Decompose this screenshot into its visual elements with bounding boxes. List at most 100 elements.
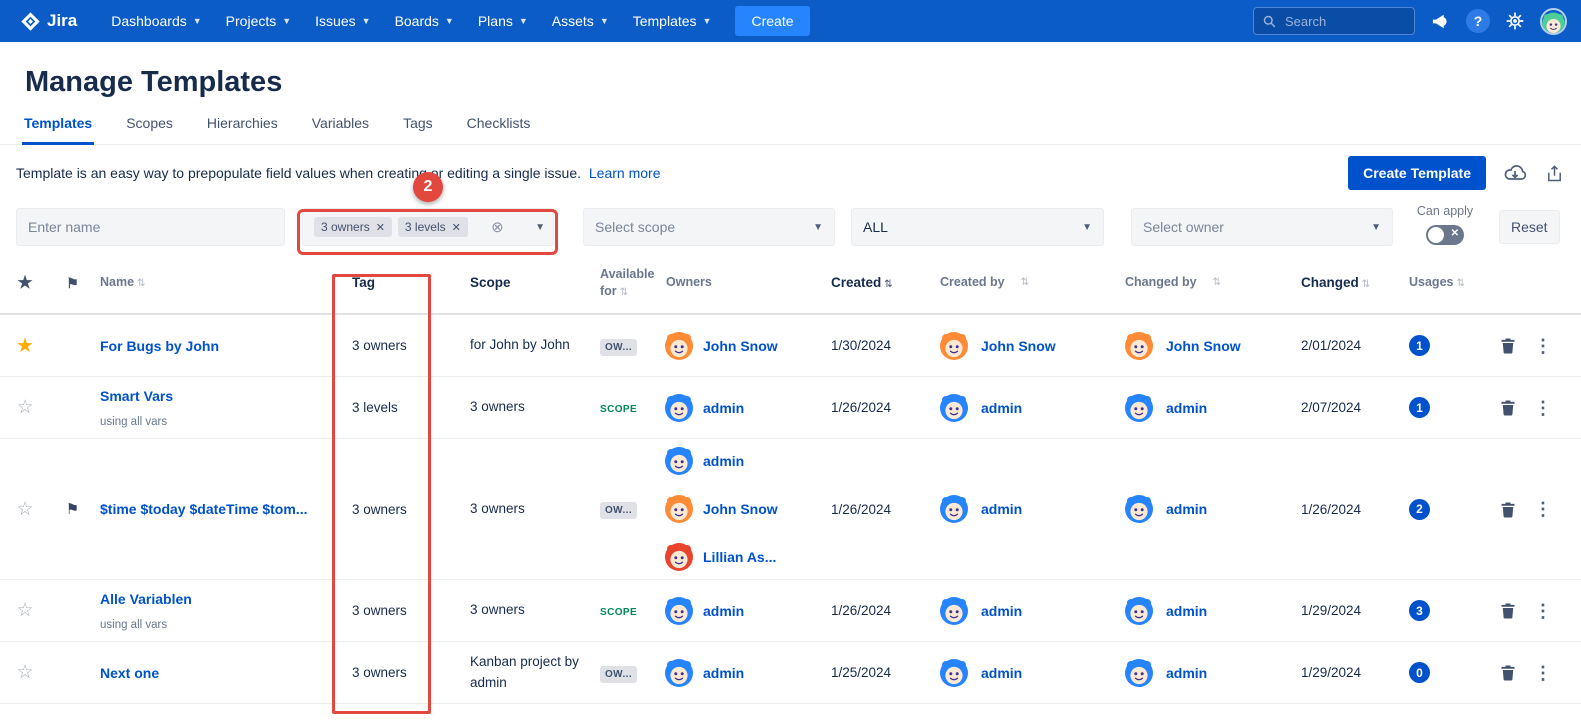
- nav-item-templates[interactable]: Templates▼: [621, 0, 724, 42]
- owner-link[interactable]: John Snow: [703, 501, 778, 517]
- name-filter-input[interactable]: [16, 208, 285, 246]
- column-header-owners[interactable]: Owners: [660, 274, 825, 292]
- changed-by-link[interactable]: John Snow: [1166, 338, 1241, 354]
- clear-filter-icon[interactable]: ⊗: [491, 218, 504, 236]
- chevron-down-icon: ▼: [1082, 222, 1092, 233]
- tab-checklists[interactable]: Checklists: [465, 115, 533, 144]
- star-outline-icon[interactable]: ☆: [0, 396, 50, 419]
- global-search[interactable]: [1253, 7, 1415, 35]
- owner-link[interactable]: admin: [703, 453, 744, 469]
- announcement-icon[interactable]: [1430, 11, 1451, 32]
- nav-item-projects[interactable]: Projects▼: [214, 0, 304, 42]
- user-avatar[interactable]: [1540, 8, 1567, 35]
- flag-filled-icon[interactable]: ⚑: [50, 500, 95, 518]
- learn-more-link[interactable]: Learn more: [589, 165, 661, 181]
- created-by-link[interactable]: admin: [981, 665, 1022, 681]
- owner-link[interactable]: Lillian As...: [703, 549, 776, 565]
- changed-by-cell: John Snow: [1115, 332, 1295, 360]
- scope-filter-select[interactable]: Select scope ▼: [583, 208, 835, 246]
- tab-hierarchies[interactable]: Hierarchies: [205, 115, 280, 144]
- more-actions-icon[interactable]: ⋮: [1534, 664, 1552, 682]
- export-icon[interactable]: [1544, 163, 1565, 184]
- owners-cell: admin: [660, 394, 825, 422]
- delete-icon[interactable]: [1500, 501, 1516, 518]
- create-button[interactable]: Create: [735, 6, 809, 36]
- help-icon[interactable]: ?: [1466, 9, 1490, 33]
- more-actions-icon[interactable]: ⋮: [1534, 337, 1552, 355]
- owner-link[interactable]: admin: [703, 603, 744, 619]
- column-header-tag[interactable]: Tag: [333, 274, 460, 293]
- star-outline-icon[interactable]: ☆: [0, 661, 50, 684]
- changed-by-link[interactable]: admin: [1166, 603, 1207, 619]
- status-filter-select[interactable]: ALL ▼: [851, 208, 1104, 246]
- create-template-button[interactable]: Create Template: [1348, 156, 1486, 190]
- column-header-usages[interactable]: Usages⇅: [1405, 274, 1490, 292]
- can-apply-toggle[interactable]: ✕: [1426, 225, 1464, 245]
- star-outline-icon[interactable]: ☆: [0, 599, 50, 622]
- column-header-name[interactable]: Name⇅: [95, 274, 333, 292]
- delete-icon[interactable]: [1500, 337, 1516, 354]
- more-actions-icon[interactable]: ⋮: [1534, 602, 1552, 620]
- avatar-icon: [1125, 597, 1153, 625]
- created-by-link[interactable]: admin: [981, 400, 1022, 416]
- tab-templates[interactable]: Templates: [22, 115, 94, 145]
- created-by-link[interactable]: John Snow: [981, 338, 1056, 354]
- created-date: 1/26/2024: [825, 603, 930, 618]
- more-actions-icon[interactable]: ⋮: [1534, 500, 1552, 518]
- more-actions-icon[interactable]: ⋮: [1534, 399, 1552, 417]
- flag-column-header[interactable]: ⚑: [50, 275, 95, 292]
- created-by-link[interactable]: admin: [981, 501, 1022, 517]
- table-row: ☆Next one3 ownersKanban project by admin…: [0, 642, 1581, 704]
- description-text: Template is an easy way to prepopulate f…: [16, 165, 581, 181]
- owner-link[interactable]: John Snow: [703, 338, 778, 354]
- created-by-link[interactable]: admin: [981, 603, 1022, 619]
- column-header-scope[interactable]: Scope: [460, 274, 595, 293]
- star-filled-icon[interactable]: ★: [0, 333, 50, 358]
- reset-button[interactable]: Reset: [1499, 210, 1560, 244]
- column-header-changed-by[interactable]: Changed by⇅: [1115, 274, 1295, 292]
- template-name-link[interactable]: Next one: [100, 665, 333, 681]
- column-header-changed[interactable]: Changed⇅: [1295, 274, 1405, 293]
- owner-filter-select[interactable]: Select owner ▼: [1131, 208, 1393, 246]
- nav-item-boards[interactable]: Boards▼: [383, 0, 466, 42]
- jira-logo[interactable]: Jira: [20, 11, 77, 32]
- remove-chip-icon[interactable]: ✕: [452, 221, 461, 234]
- changed-date: 2/07/2024: [1295, 400, 1405, 415]
- star-column-header[interactable]: ★: [0, 273, 50, 293]
- sort-icon: ⇅: [137, 278, 145, 289]
- column-header-created[interactable]: Created⇅: [825, 274, 930, 293]
- owner-link[interactable]: admin: [703, 665, 744, 681]
- nav-item-plans[interactable]: Plans▼: [466, 0, 540, 42]
- can-apply-label: Can apply: [1412, 204, 1478, 218]
- tab-scopes[interactable]: Scopes: [124, 115, 175, 144]
- available-for-badge: OW...: [600, 666, 637, 683]
- column-header-created-by[interactable]: Created by⇅: [930, 274, 1115, 292]
- changed-by-link[interactable]: admin: [1166, 400, 1207, 416]
- template-name-link[interactable]: Smart Vars: [100, 388, 333, 404]
- delete-icon[interactable]: [1500, 399, 1516, 416]
- nav-item-assets[interactable]: Assets▼: [540, 0, 621, 42]
- owner-link[interactable]: admin: [703, 400, 744, 416]
- search-input[interactable]: [1283, 13, 1401, 30]
- tag-chip[interactable]: 3 levels✕: [398, 217, 468, 237]
- owners-cell: John Snow: [660, 332, 825, 360]
- tab-tags[interactable]: Tags: [401, 115, 435, 144]
- changed-by-link[interactable]: admin: [1166, 665, 1207, 681]
- nav-item-dashboards[interactable]: Dashboards▼: [99, 0, 213, 42]
- delete-icon[interactable]: [1500, 664, 1516, 681]
- column-header-available-for[interactable]: Available for⇅: [595, 266, 660, 301]
- star-outline-icon[interactable]: ☆: [0, 498, 50, 521]
- tag-filter-select[interactable]: 3 owners✕ 3 levels✕ ⊗ ▼: [302, 208, 554, 246]
- tag-chip[interactable]: 3 owners✕: [314, 217, 392, 237]
- import-cloud-icon[interactable]: [1503, 161, 1527, 185]
- remove-chip-icon[interactable]: ✕: [376, 221, 385, 234]
- template-name-link[interactable]: For Bugs by John: [100, 338, 333, 354]
- delete-icon[interactable]: [1500, 602, 1516, 619]
- tab-variables[interactable]: Variables: [310, 115, 371, 144]
- gear-icon[interactable]: [1505, 11, 1525, 31]
- nav-item-issues[interactable]: Issues▼: [303, 0, 382, 42]
- changed-by-link[interactable]: admin: [1166, 501, 1207, 517]
- nav-item-label: Boards: [395, 13, 439, 29]
- template-name-link[interactable]: $time $today $dateTime $tom...: [100, 501, 333, 517]
- template-name-link[interactable]: Alle Variablen: [100, 591, 333, 607]
